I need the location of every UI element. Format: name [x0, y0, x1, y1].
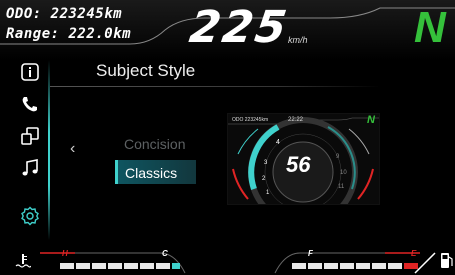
- settings-icon: [21, 206, 39, 226]
- sidebar-accent-line: [48, 60, 50, 240]
- page-title: Subject Style: [96, 61, 196, 80]
- gear-indicator: N: [414, 3, 446, 52]
- back-button[interactable]: ‹: [70, 140, 75, 158]
- title-divider: [50, 86, 380, 87]
- sidebar: [14, 54, 46, 240]
- fuel-bar-segments: [292, 263, 418, 269]
- sidebar-item-music[interactable]: [14, 154, 46, 182]
- bottom-bar: [40, 252, 436, 274]
- preview-gear: N: [367, 114, 375, 126]
- svg-text:10: 10: [340, 170, 347, 176]
- sidebar-item-info[interactable]: [14, 58, 46, 86]
- phone-icon: [22, 97, 37, 112]
- coolant-temp-icon: [15, 254, 31, 268]
- range-readout: Range: 222.0km: [6, 26, 132, 42]
- music-icon: [22, 159, 38, 176]
- theme-preview: 4 3 2 1 10 11 9 ODO 223245km 22:22 N 56: [227, 113, 380, 205]
- sidebar-item-mirror[interactable]: [14, 122, 46, 150]
- preview-odometer: ODO 223245km: [232, 117, 269, 123]
- svg-text:1: 1: [266, 190, 270, 196]
- speed-readout: 225: [186, 2, 292, 53]
- sidebar-item-phone[interactable]: [14, 90, 46, 118]
- fuel-full-label: F: [308, 249, 313, 258]
- speed-unit: km/h: [288, 35, 308, 45]
- info-icon: [21, 63, 39, 81]
- odometer: ODO: 223245km: [6, 6, 123, 22]
- temp-bar-segments: [60, 263, 180, 269]
- temp-cold-label: C: [162, 249, 168, 258]
- screen-mirror-icon: [21, 127, 39, 145]
- fuel-icon: [441, 253, 453, 268]
- temp-hot-label: H: [62, 249, 68, 258]
- style-option-classics[interactable]: Classics: [125, 165, 177, 181]
- svg-text:4: 4: [276, 139, 280, 146]
- fuel-empty-label: E: [411, 249, 417, 258]
- svg-text:9: 9: [336, 154, 340, 160]
- preview-speed: 56: [286, 152, 311, 177]
- preview-clock: 22:22: [288, 117, 304, 123]
- style-option-concision[interactable]: Concision: [124, 136, 185, 152]
- svg-text:3: 3: [264, 160, 268, 166]
- svg-text:11: 11: [338, 184, 345, 190]
